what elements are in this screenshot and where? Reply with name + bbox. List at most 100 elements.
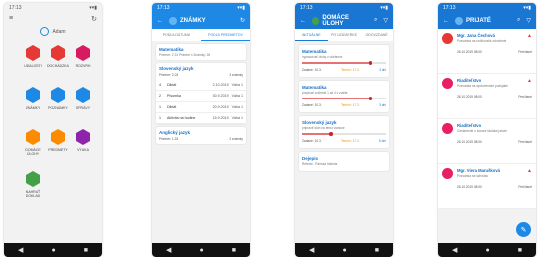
note-icon[interactable] [51,87,65,103]
homework-card[interactable]: Slovenský jazyk pripraviť sloh na tému vi… [299,116,389,148]
timetable-icon[interactable] [76,45,90,61]
message-item[interactable]: Riaditeľstvo Pozvánka na spoločenské podu… [438,74,536,119]
search-icon[interactable]: ⌕ [517,17,520,24]
subject-card-next[interactable]: Anglický jazyk Priemer: 1,33 2 známky [156,127,246,144]
home-icon[interactable]: ● [199,247,203,254]
message-item[interactable]: Mgr. Viera Marušková Pozvánka na schôdzu 2… [438,164,536,209]
refresh-icon[interactable]: ↻ [91,15,97,23]
avatar [442,33,453,44]
filter-icon[interactable]: ▽ [383,17,388,24]
message-body: Riaditeľstvo Pozvánka na spoločenské podu… [457,78,532,114]
tab-by-subject[interactable]: Podľa predmetov [201,29,250,41]
message-body: Mgr. Viera Marušková Pozvánka na schôdzu 2… [457,168,532,204]
homework-card[interactable]: Matematika prepísať cvičenie 1 až 4 v zoš… [299,80,389,112]
tile-label: Predmety [48,148,68,152]
subject-count: 2 známky [229,137,243,141]
clock-icon[interactable] [51,45,65,61]
home-icon[interactable]: ● [342,247,346,254]
grade-row[interactable]: 1 Aktivita na hodine 15.9.2019 Váha 1 [156,113,246,124]
back-arrow-icon[interactable]: ← [300,18,306,24]
back-arrow-icon[interactable]: ← [157,18,163,24]
menu-icon[interactable]: ≡ [9,15,13,22]
message-date: 26.10.2019 08:00 [457,185,482,189]
subject-name: Anglický jazyk [159,130,191,135]
homework-card[interactable]: Matematika vypracovať úlohy z učebnice Zad… [299,45,389,77]
back-icon[interactable]: ◀ [309,246,314,254]
homework-progress [302,96,386,100]
homework-progress [302,132,386,136]
back-arrow-icon[interactable]: ← [443,18,449,24]
phone-received: 17:13 ▾▾▮ ← PRIJATÉ ⌕ ▽ Mgr. Jana Čechová P… [438,3,536,257]
back-icon[interactable]: ◀ [452,246,457,254]
message-sender: Mgr. Jana Čechová [457,33,495,38]
summary-subject: Matematika [159,47,184,52]
homework-desc: Referát - Rímska história [302,161,338,166]
grade-row[interactable]: 4 Diktát 2.10.2019 Váha 1 [156,80,246,91]
search-icon[interactable]: ⌕ [374,17,377,24]
tile-label: Správy [75,106,91,110]
grade-date: 20.9.2019 [212,105,229,109]
grade-row[interactable]: 1 Diktát 20.9.2019 Váha 1 [156,102,246,113]
back-icon[interactable]: ◀ [166,246,171,254]
tab-submitted[interactable]: Odovzdané [360,29,393,41]
status-bar: 17:13 ▾▾▮ [9,4,97,11]
compose-button[interactable]: ✎ [516,222,531,237]
tile-label: Udalosti [24,64,42,68]
homework-desc: prepísať cvičenie 1 až 4 v zošite [302,90,348,95]
lesson-icon[interactable] [76,129,90,145]
message-item[interactable]: Mgr. Jana Čechová Pozvánka na rodičovské … [438,29,536,74]
message-preview: Pozvánka na schôdzu [457,174,489,178]
recent-icon[interactable]: ■ [375,247,379,254]
tab-overdue[interactable]: Po uzávierke [328,29,361,41]
recent-icon[interactable]: ■ [518,247,522,254]
homework-icon[interactable] [26,129,40,145]
alert-icon: ▲ [527,78,532,84]
recent-icon[interactable]: ■ [84,247,88,254]
message-icon[interactable] [76,87,90,103]
tile-label: Poznámky [48,106,68,110]
homework-subject: Dejepis [302,155,319,161]
subjects-icon[interactable] [51,129,65,145]
home-icon[interactable]: ● [485,247,489,254]
home-icon[interactable]: ● [51,247,55,254]
page-title: ZNÁMKY [180,17,206,24]
upload-icon[interactable] [26,171,40,187]
avatar [442,168,453,179]
calendar-icon[interactable] [26,45,40,61]
message-meta: 26.10.2019 08:00 Prečítané [457,140,532,144]
homework-list: Matematika vypracovať úlohy z učebnice Zad… [295,45,393,171]
message-item[interactable]: Riaditeľstvo Oznámenie o konaní školskej … [438,119,536,164]
pencil-icon: ✎ [520,226,527,234]
tile-label: Výuka [77,148,89,152]
tile-label: Známky [25,106,41,110]
subject-card[interactable]: Slovenský jazyk Priemer: 2,03 3 známky 4 D… [156,63,246,124]
tile-label: Rozvrh [75,64,91,68]
message-state: Prečítané [518,95,532,99]
homework-days: 3 dni [379,103,386,107]
refresh-icon[interactable]: ↻ [240,17,245,24]
homework-due: Termín: 17.3. [340,138,360,143]
message-preview: Oznámenie o konaní školskej akcie [457,129,507,133]
grade-date: 15.9.2019 [212,116,229,120]
homework-subject: Matematika [302,49,327,54]
homework-card[interactable]: Dejepis Referát - Rímska história [299,151,389,171]
back-icon[interactable]: ◀ [18,246,23,254]
grade-icon[interactable] [26,87,40,103]
grade-list: 4 Diktát 2.10.2019 Váha 1 2 Písomka 30.9.2019 V… [156,80,246,124]
tab-by-date[interactable]: Podľa dátumu [152,29,201,41]
filter-icon[interactable]: ▽ [526,17,531,24]
page-title: PRIJATÉ [466,17,491,24]
homework-logo-icon [312,16,320,25]
message-meta: 26.10.2019 08:00 Prečítané [457,185,532,189]
homework-due: Termín: 17.3. [341,67,360,72]
summary-card[interactable]: Matematika Priemer: 2,31 Priemer x Známk… [156,44,246,60]
recent-icon[interactable]: ■ [232,247,236,254]
grade-row[interactable]: 2 Písomka 30.9.2019 Váha 1 [156,91,246,102]
tile-label: Dochádzka [47,64,69,68]
tab-current[interactable]: Aktuálne [295,29,328,41]
status-bar: 17:13 ▾▾▮ [157,4,245,11]
phone-grades: 17:13 ▾▾▮ ← ZNÁMKY ↻ Podľa dátumu Podľa p… [152,3,250,257]
nav-bar: ◀ ● ■ [438,243,536,257]
nav-bar: ◀ ● ■ [152,243,250,257]
user-header[interactable]: Adam [4,25,102,40]
